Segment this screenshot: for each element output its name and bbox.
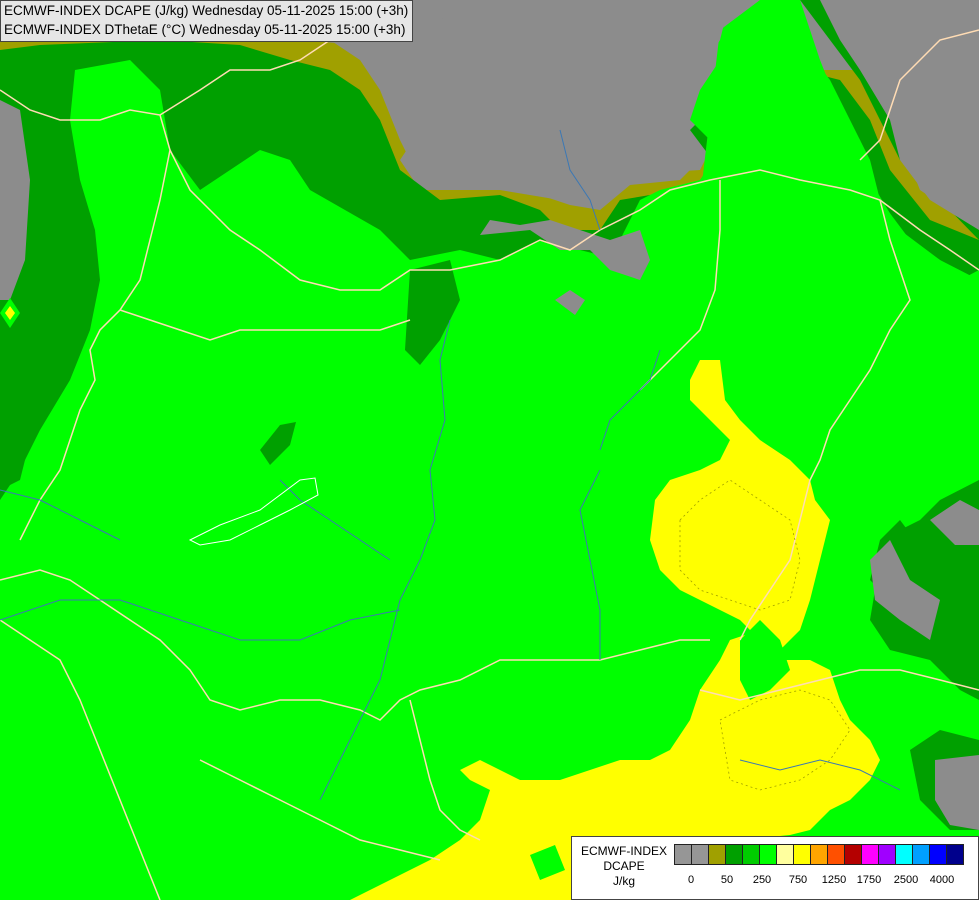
legend-tick-label: 1250: [821, 874, 847, 886]
title-line-dcape: ECMWF-INDEX DCAPE (J/kg) Wednesday 05-11…: [4, 3, 409, 18]
legend-title-units: J/kg: [612, 874, 635, 888]
legend-title-line2: DCAPE: [603, 859, 645, 873]
legend-title-line1: ECMWF-INDEX: [581, 844, 667, 858]
legend-tick-label: 4000: [929, 874, 955, 886]
legend-swatch: [759, 844, 777, 865]
legend-swatch: [674, 844, 692, 865]
legend-swatch: [793, 844, 811, 865]
legend-swatch: [946, 844, 964, 865]
legend-swatch: [861, 844, 879, 865]
legend-tick-label: 750: [788, 874, 808, 886]
legend-tick-label: 250: [752, 874, 772, 886]
legend-swatch: [810, 844, 828, 865]
legend-swatch: [929, 844, 947, 865]
legend-tick-label: 0: [687, 874, 695, 886]
legend-swatch: [844, 844, 862, 865]
legend-swatch: [725, 844, 743, 865]
map-title-box: ECMWF-INDEX DCAPE (J/kg) Wednesday 05-11…: [0, 0, 414, 42]
legend-title: ECMWF-INDEX DCAPE J/kg: [576, 844, 672, 889]
legend-tick-label: 2500: [893, 874, 919, 886]
legend-tick-label: 50: [720, 874, 734, 886]
weather-map: [0, 0, 979, 900]
legend-swatch: [912, 844, 930, 865]
legend-tick-label: 1750: [856, 874, 882, 886]
legend-swatch: [691, 844, 709, 865]
color-legend: ECMWF-INDEX DCAPE J/kg 0 50 250 750 1250 1750…: [571, 836, 979, 900]
legend-swatch: [776, 844, 794, 865]
legend-swatch: [895, 844, 913, 865]
legend-swatch: [878, 844, 896, 865]
legend-swatch: [742, 844, 760, 865]
legend-swatch: [708, 844, 726, 865]
legend-swatch: [827, 844, 845, 865]
title-line-dthetae: ECMWF-INDEX DThetaE (°C) Wednesday 05-11…: [4, 21, 406, 37]
